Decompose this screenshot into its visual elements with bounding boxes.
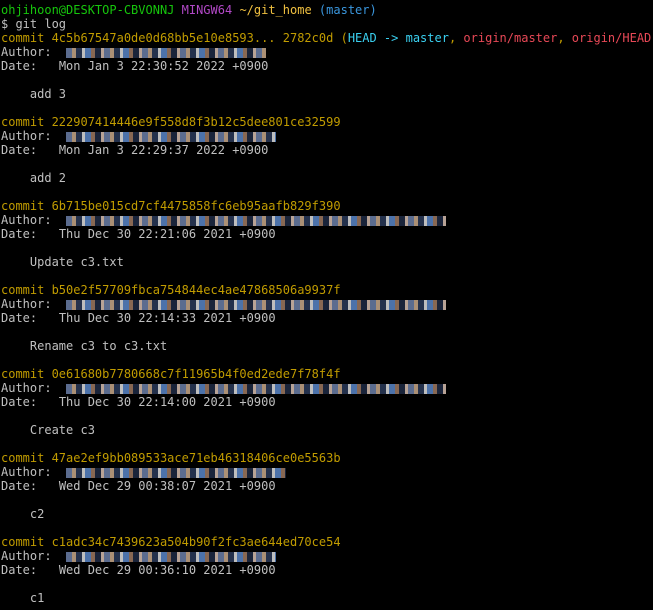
redacted-author <box>66 131 277 142</box>
prompt-user-host: ohjihoon@DESKTOP-CBVONNJ <box>1 3 175 17</box>
commit-hash: commit 222907414446e9f558d8f3b12c5dee801… <box>1 115 341 129</box>
ref-origin-head: origin/HEAD <box>571 31 651 45</box>
commit-message: add 3 <box>1 87 651 101</box>
commit-message: Create c3 <box>1 423 651 437</box>
commit-date: Mon Jan 3 22:30:52 2022 +0900 <box>58 59 269 73</box>
commit-date: Thu Dec 30 22:14:33 2021 +0900 <box>58 311 276 325</box>
prompt-path: ~/git_home <box>239 3 312 17</box>
date-label: Date: <box>1 227 38 241</box>
prompt-branch: (master) <box>318 3 377 17</box>
date-label: Date: <box>1 59 38 73</box>
date-line: Date: Wed Dec 29 00:36:10 2021 +0900 <box>1 563 651 577</box>
commit-date: Mon Jan 3 22:29:37 2022 +0900 <box>58 143 269 157</box>
date-line: Date: Thu Dec 30 22:14:33 2021 +0900 <box>1 311 651 325</box>
author-line: Author: <box>1 465 651 479</box>
redacted-author <box>66 383 447 394</box>
author-label: Author: <box>1 549 52 563</box>
author-line: Author: <box>1 297 651 311</box>
author-label: Author: <box>1 45 52 59</box>
commit-message: Rename c3 to c3.txt <box>1 339 651 353</box>
commit-hash-line: commit 4c5b67547a0de0d68bb5e10e8593... 2… <box>1 31 651 45</box>
commit-message: add 2 <box>1 171 651 185</box>
date-line: Date: Thu Dec 30 22:21:06 2021 +0900 <box>1 227 651 241</box>
date-label: Date: <box>1 395 38 409</box>
commit-date: Thu Dec 30 22:14:00 2021 +0900 <box>58 395 276 409</box>
author-label: Author: <box>1 465 52 479</box>
date-label: Date: <box>1 563 38 577</box>
author-line: Author: <box>1 213 651 227</box>
ref-origin-master: origin/master <box>463 31 558 45</box>
commit-message-text: c1 <box>29 591 45 605</box>
ref-sep: , <box>557 31 572 45</box>
author-line: Author: <box>1 381 651 395</box>
commit-message-text: c2 <box>29 507 45 521</box>
date-label: Date: <box>1 143 38 157</box>
command-line: $ git log <box>1 17 67 31</box>
prompt-system: MINGW64 <box>181 3 233 17</box>
commit-message-text: Create c3 <box>29 423 95 437</box>
date-line: Date: Mon Jan 3 22:29:37 2022 +0900 <box>1 143 651 157</box>
commit-message: c2 <box>1 507 651 521</box>
commit-hash: commit 4c5b67547a0de0d68bb5e10e8593... 2… <box>1 31 334 45</box>
commit-message-text: add 3 <box>29 87 67 101</box>
ref-sep: , <box>448 31 464 45</box>
commit-message-text: Update c3.txt <box>29 255 124 269</box>
commit-hash: commit 6b715be015cd7cf4475858fc6eb95aafb… <box>1 199 341 213</box>
author-label: Author: <box>1 297 52 311</box>
author-line: Author: <box>1 549 651 563</box>
commit-message: Update c3.txt <box>1 255 651 269</box>
redacted-author <box>66 47 267 58</box>
commit-message-text: add 2 <box>29 171 67 185</box>
redacted-author <box>66 299 447 310</box>
author-label: Author: <box>1 213 52 227</box>
date-line: Date: Wed Dec 29 00:38:07 2021 +0900 <box>1 479 651 493</box>
terminal-window[interactable]: ohjihoon@DESKTOP-CBVONNJ MINGW64 ~/git_h… <box>1 3 651 605</box>
commit-hash-line: commit 6b715be015cd7cf4475858fc6eb95aafb… <box>1 199 651 213</box>
date-label: Date: <box>1 311 38 325</box>
commit-hash-line: commit 222907414446e9f558d8f3b12c5dee801… <box>1 115 651 129</box>
redacted-author <box>66 467 287 478</box>
commit-hash: commit b50e2f57709fbca754844ec4ae4786850… <box>1 283 341 297</box>
date-label: Date: <box>1 479 38 493</box>
commit-hash-line: commit c1adc34c7439623a504b90f2fc3ae644e… <box>1 535 651 549</box>
author-line: Author: <box>1 45 651 59</box>
ref-paren-open: ( <box>340 31 348 45</box>
author-label: Author: <box>1 381 52 395</box>
ref-head: HEAD -> master <box>347 31 449 45</box>
prompt-line: ohjihoon@DESKTOP-CBVONNJ MINGW64 ~/git_h… <box>1 3 651 17</box>
commit-date: Wed Dec 29 00:38:07 2021 +0900 <box>58 479 276 493</box>
commit-hash-line: commit b50e2f57709fbca754844ec4ae4786850… <box>1 283 651 297</box>
commit-message: c1 <box>1 591 651 605</box>
commit-hash-line: commit 47ae2ef9bb089533ace71eb46318406ce… <box>1 451 651 465</box>
commit-message-text: Rename c3 to c3.txt <box>29 339 168 353</box>
commit-hash-line: commit 0e61680b7780668c7f11965b4f0ed2ede… <box>1 367 651 381</box>
date-line: Date: Thu Dec 30 22:14:00 2021 +0900 <box>1 395 651 409</box>
commit-hash: commit 0e61680b7780668c7f11965b4f0ed2ede… <box>1 367 341 381</box>
commit-hash: commit 47ae2ef9bb089533ace71eb46318406ce… <box>1 451 341 465</box>
author-label: Author: <box>1 129 52 143</box>
commit-date: Thu Dec 30 22:21:06 2021 +0900 <box>58 227 276 241</box>
commit-date: Wed Dec 29 00:36:10 2021 +0900 <box>58 563 276 577</box>
redacted-author <box>66 215 447 226</box>
commit-hash: commit c1adc34c7439623a504b90f2fc3ae644e… <box>1 535 341 549</box>
author-line: Author: <box>1 129 651 143</box>
redacted-author <box>66 551 277 562</box>
date-line: Date: Mon Jan 3 22:30:52 2022 +0900 <box>1 59 651 73</box>
